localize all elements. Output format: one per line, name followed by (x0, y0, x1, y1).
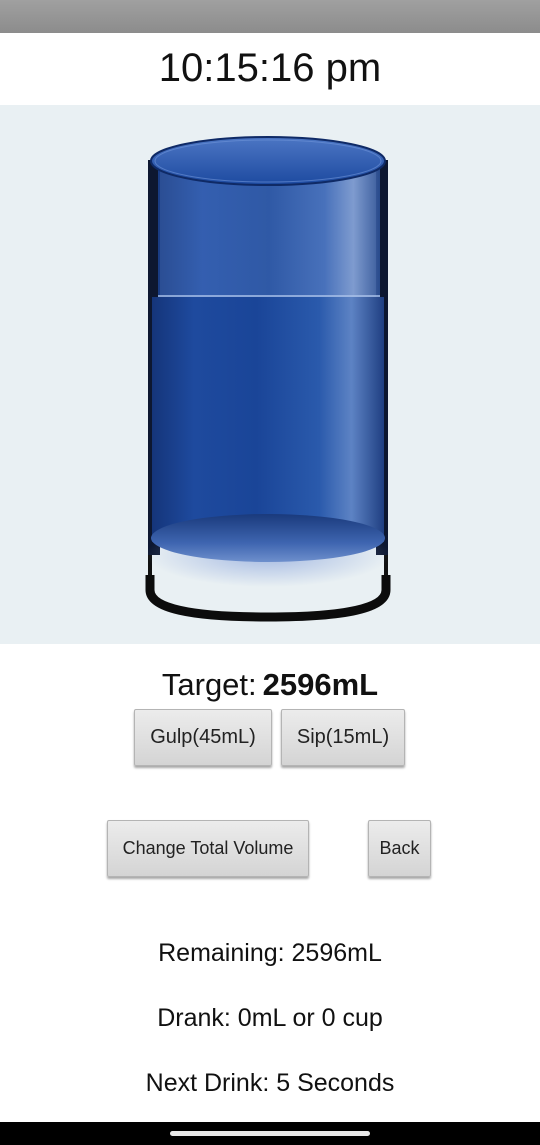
drank-text: Drank: 0mL or 0 cup (157, 1004, 383, 1032)
remaining-text: Remaining: 2596mL (158, 939, 382, 967)
clock-display: 10:15:16 pm (158, 46, 382, 90)
target-value: 2596mL (262, 667, 379, 702)
water-glass-illustration (145, 136, 391, 622)
glass-panel (0, 105, 540, 644)
sip-button[interactable]: Sip(15mL) (281, 709, 405, 766)
next-drink-text: Next Drink: 5 Seconds (145, 1069, 395, 1097)
navigation-bar (0, 1122, 540, 1145)
target-display: Target: 2596mL (0, 662, 540, 708)
back-button[interactable]: Back (368, 820, 431, 877)
change-total-volume-button[interactable]: Change Total Volume (107, 820, 309, 877)
target-label: Target: (161, 667, 257, 702)
gulp-button[interactable]: Gulp(45mL) (134, 709, 272, 766)
home-indicator[interactable] (170, 1131, 370, 1136)
status-bar (0, 0, 540, 33)
